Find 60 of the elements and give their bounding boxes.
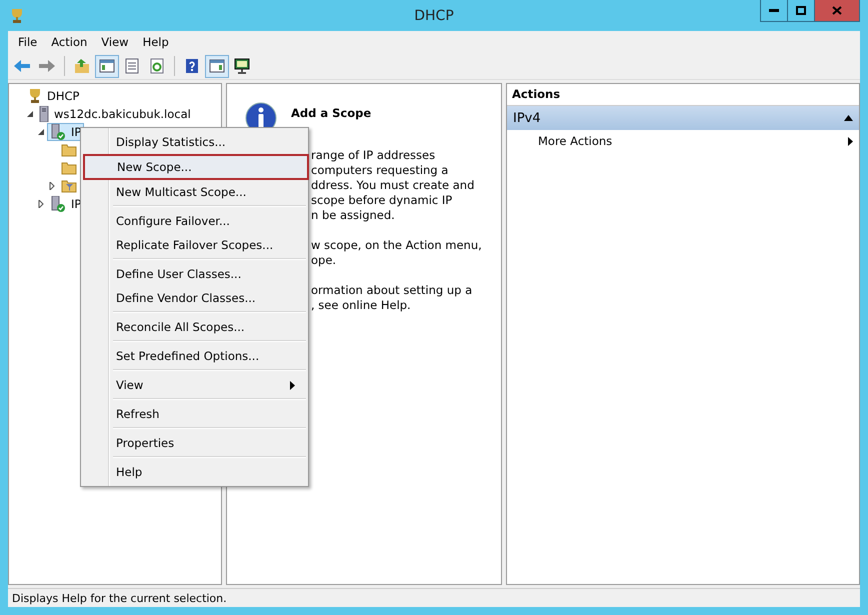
- window-pane-icon: [208, 58, 226, 74]
- server-check-icon: [50, 196, 66, 212]
- refresh-icon: [148, 58, 166, 74]
- menu-item[interactable]: Configure Failover...: [83, 209, 306, 233]
- menu-item[interactable]: Define Vendor Classes...: [83, 286, 306, 310]
- tree-item[interactable]: ws12dc.bakicubuk.local: [54, 107, 191, 121]
- help-icon: [183, 58, 201, 74]
- trophy-icon: [10, 8, 24, 24]
- menu-item[interactable]: Set Predefined Options...: [83, 344, 306, 368]
- status-bar: Displays Help for the current selection.: [8, 588, 860, 607]
- info-text: ope.: [311, 253, 338, 268]
- menu-item[interactable]: Reconcile All Scopes...: [83, 315, 306, 339]
- back-arrow-icon: [13, 58, 31, 74]
- menu-item[interactable]: Display Statistics...: [83, 130, 306, 154]
- info-text: scope before dynamic IP: [311, 193, 454, 208]
- action-link[interactable]: More Actions: [507, 130, 859, 152]
- folder-icon: [61, 143, 77, 157]
- tree-item[interactable]: DHCP: [47, 89, 80, 103]
- expanded-arrow-icon[interactable]: [37, 128, 45, 136]
- actions-section-header[interactable]: IPv4: [507, 106, 859, 130]
- menu-item[interactable]: New Multicast Scope...: [83, 180, 306, 204]
- trophy-icon: [28, 88, 42, 104]
- window-title: DHCP: [414, 8, 454, 24]
- menu-item[interactable]: Define User Classes...: [83, 262, 306, 286]
- action-pane-button[interactable]: [205, 54, 229, 78]
- close-icon: [832, 6, 842, 15]
- menu-item[interactable]: New Scope...: [83, 154, 309, 180]
- minimize-icon: [769, 9, 779, 12]
- info-text: , see online Help.: [311, 298, 412, 313]
- menu-item[interactable]: View: [83, 373, 306, 397]
- window-pane-icon: [98, 58, 116, 74]
- menu-item[interactable]: View: [94, 35, 136, 49]
- menu-item[interactable]: Help: [83, 460, 306, 484]
- menu-item[interactable]: Action: [44, 35, 94, 49]
- server-icon: [39, 106, 49, 122]
- menu-item[interactable]: Help: [136, 35, 176, 49]
- list-icon: [123, 58, 141, 74]
- info-text: ddress. You must create and: [311, 178, 476, 193]
- expanded-arrow-icon[interactable]: [26, 110, 34, 118]
- monitor-icon: [233, 58, 251, 74]
- close-button[interactable]: [815, 0, 859, 21]
- menu-item[interactable]: Properties: [83, 431, 306, 455]
- maximize-icon: [796, 6, 806, 15]
- info-text: n be assigned.: [311, 208, 396, 223]
- server-check-icon: [50, 124, 66, 140]
- collapsed-arrow-icon[interactable]: [48, 182, 56, 190]
- forward-arrow-icon: [38, 58, 56, 74]
- folder-up-icon: [73, 58, 91, 74]
- info-text: ormation about setting up a: [311, 283, 474, 298]
- filter-folder-icon: [61, 179, 77, 193]
- info-text: computers requesting a: [311, 163, 450, 178]
- collapsed-arrow-icon[interactable]: [37, 200, 45, 208]
- folder-icon: [61, 161, 77, 175]
- info-text: w scope, on the Action menu,: [311, 238, 483, 253]
- tree-pane-button[interactable]: [95, 54, 119, 78]
- menu-item[interactable]: Replicate Failover Scopes...: [83, 233, 306, 257]
- info-title: Add a Scope: [291, 106, 372, 120]
- menu-item[interactable]: Refresh: [83, 402, 306, 426]
- menu-item[interactable]: File: [11, 35, 44, 49]
- info-text: range of IP addresses: [311, 148, 436, 163]
